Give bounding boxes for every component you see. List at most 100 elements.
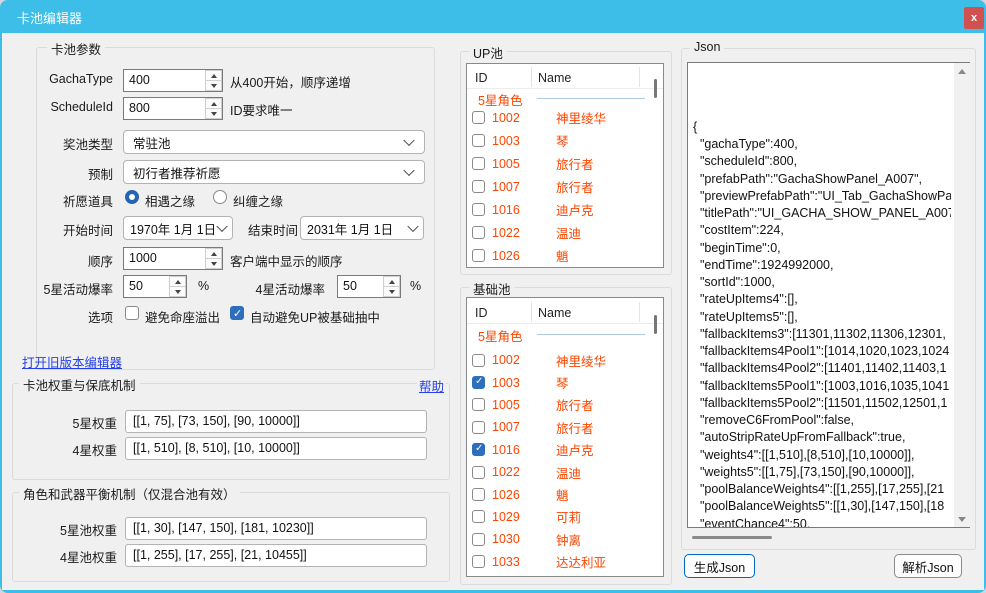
spin-up-icon[interactable] (205, 98, 222, 109)
spin-down-icon[interactable] (205, 259, 222, 269)
row-checkbox[interactable] (472, 203, 485, 216)
json-horizontal-scrollbar-thumb[interactable] (692, 536, 772, 539)
row-checkbox[interactable] (472, 533, 485, 546)
json-line: "autoStripRateUpFromFallback":true, (693, 429, 951, 446)
weights4-input[interactable]: [[1, 510], [8, 510], [10, 10000]] (125, 437, 427, 460)
list-item[interactable]: 1016 迪卢克 (467, 198, 663, 221)
row-name: 琴 (556, 131, 569, 150)
parse-json-button[interactable]: 解析Json (894, 554, 962, 578)
list-item[interactable]: 1016 迪卢克 (467, 439, 663, 461)
checkbox-auto-avoid-up[interactable] (230, 306, 244, 320)
list-item[interactable]: 1022 温迪 (467, 221, 663, 244)
scroll-down-icon[interactable] (954, 511, 970, 527)
checkbox-auto-avoid-up-label[interactable]: 自动避免UP被基础抽中 (250, 307, 380, 326)
list-item[interactable]: 1003 琴 (467, 129, 663, 152)
spin-up-icon[interactable] (383, 276, 400, 287)
list-item[interactable]: 1030 钟离 (467, 528, 663, 550)
up-pool-col-name[interactable]: Name (538, 71, 571, 85)
generate-json-button[interactable]: 生成Json (684, 554, 755, 578)
radio-intertwined-fate[interactable] (213, 190, 227, 204)
row-id: 1002 (492, 111, 535, 125)
pool-weights4-input[interactable]: [[1, 255], [17, 255], [21, 10455]] (125, 544, 427, 567)
order-label: 顺序 (0, 251, 113, 270)
checkbox-avoid-constellation-overflow[interactable] (125, 306, 139, 320)
order-stepper[interactable]: 1000 (123, 247, 223, 270)
json-line: "rateUpItems4":[], (693, 291, 951, 308)
radio-acquaint-fate-label[interactable]: 相遇之缘 (145, 191, 195, 210)
row-checkbox[interactable] (472, 398, 485, 411)
json-vertical-scrollbar[interactable] (954, 63, 970, 527)
row-checkbox[interactable] (472, 111, 485, 124)
pool-type-select[interactable]: 常驻池 (123, 130, 425, 154)
weights5-input[interactable]: [[1, 75], [73, 150], [90, 10000]] (125, 410, 427, 433)
row-checkbox[interactable] (472, 249, 485, 262)
json-textarea[interactable]: { "gachaType":400, "scheduleId":800, "pr… (687, 62, 970, 528)
list-item[interactable]: 1003 琴 (467, 371, 663, 393)
list-item[interactable]: 1029 可莉 (467, 506, 663, 528)
scroll-up-icon[interactable] (954, 63, 970, 79)
end-time-picker[interactable]: 2031年 1月 1日 (300, 216, 424, 240)
help-link[interactable]: 帮助 (417, 376, 446, 395)
base-pool-col-name[interactable]: Name (538, 306, 571, 320)
rate4-unit: % (410, 279, 421, 293)
base-pool-col-id[interactable]: ID (475, 306, 488, 320)
order-value[interactable]: 1000 (124, 248, 205, 269)
row-checkbox[interactable] (472, 180, 485, 193)
schedule-id-stepper[interactable]: 800 (123, 97, 223, 120)
list-item[interactable]: 1033 达达利亚 (467, 551, 663, 573)
pool-weights5-input[interactable]: [[1, 30], [147, 150], [181, 10230]] (125, 517, 427, 540)
list-item[interactable]: 1022 温迪 (467, 461, 663, 483)
spin-up-icon[interactable] (205, 70, 222, 81)
spin-down-icon[interactable] (205, 109, 222, 119)
list-item[interactable]: 1002 神里绫华 (467, 349, 663, 371)
spin-up-icon[interactable] (205, 248, 222, 259)
spin-up-icon[interactable] (169, 276, 186, 287)
radio-acquaint-fate[interactable] (125, 190, 139, 204)
checkbox-avoid-constellation-overflow-label[interactable]: 避免命座溢出 (145, 307, 220, 326)
row-checkbox[interactable] (472, 376, 485, 389)
list-item[interactable]: 1035 七七 (467, 573, 663, 577)
list-item[interactable]: 1005 旅行者 (467, 394, 663, 416)
base-pool-scrollbar-thumb[interactable] (654, 315, 657, 334)
row-checkbox[interactable] (472, 421, 485, 434)
row-checkbox[interactable] (472, 466, 485, 479)
rate5-stepper[interactable]: 50 (123, 275, 187, 298)
row-checkbox[interactable] (472, 157, 485, 170)
row-checkbox[interactable] (472, 226, 485, 239)
spin-down-icon[interactable] (383, 287, 400, 297)
list-item[interactable]: 1002 神里绫华 (467, 106, 663, 129)
rate4-value[interactable]: 50 (338, 276, 383, 297)
schedule-id-value[interactable]: 800 (124, 98, 205, 119)
open-legacy-editor-link[interactable]: 打开旧版本编辑器 (22, 352, 122, 371)
up-pool-scrollbar-thumb[interactable] (654, 79, 657, 98)
params-group-title: 卡池参数 (47, 39, 105, 58)
list-item[interactable]: 1007 旅行者 (467, 175, 663, 198)
rate4-stepper[interactable]: 50 (337, 275, 401, 298)
up-pool-col-id[interactable]: ID (475, 71, 488, 85)
list-item[interactable]: 1007 旅行者 (467, 416, 663, 438)
row-checkbox[interactable] (472, 443, 485, 456)
row-checkbox[interactable] (472, 555, 485, 568)
row-checkbox[interactable] (472, 354, 485, 367)
row-checkbox[interactable] (472, 510, 485, 523)
up-pool-list[interactable]: ID Name 5星角色 1002 神里绫华 1003 琴 (466, 63, 664, 268)
base-pool-title: 基础池 (469, 279, 515, 298)
json-line: "beginTime":0, (693, 240, 951, 257)
list-item[interactable]: 1005 旅行者 (467, 152, 663, 175)
prefab-select[interactable]: 初行者推荐祈愿 (123, 160, 425, 184)
row-name: 钟离 (556, 530, 581, 549)
list-item[interactable]: 1026 魈 (467, 244, 663, 267)
gacha-type-value[interactable]: 400 (124, 70, 205, 91)
base-pool-list[interactable]: ID Name 5星角色 1002 神里绫华 1003 琴 (466, 297, 664, 577)
spin-down-icon[interactable] (205, 81, 222, 91)
start-time-picker[interactable]: 1970年 1月 1日 (123, 216, 233, 240)
spin-down-icon[interactable] (169, 287, 186, 297)
close-icon[interactable]: x (964, 7, 984, 29)
list-item[interactable]: 1026 魈 (467, 483, 663, 505)
row-checkbox[interactable] (472, 488, 485, 501)
rate5-value[interactable]: 50 (124, 276, 169, 297)
radio-intertwined-fate-label[interactable]: 纠缠之缘 (233, 191, 283, 210)
row-checkbox[interactable] (472, 134, 485, 147)
gacha-type-stepper[interactable]: 400 (123, 69, 223, 92)
json-text[interactable]: { "gachaType":400, "scheduleId":800, "pr… (693, 67, 951, 527)
